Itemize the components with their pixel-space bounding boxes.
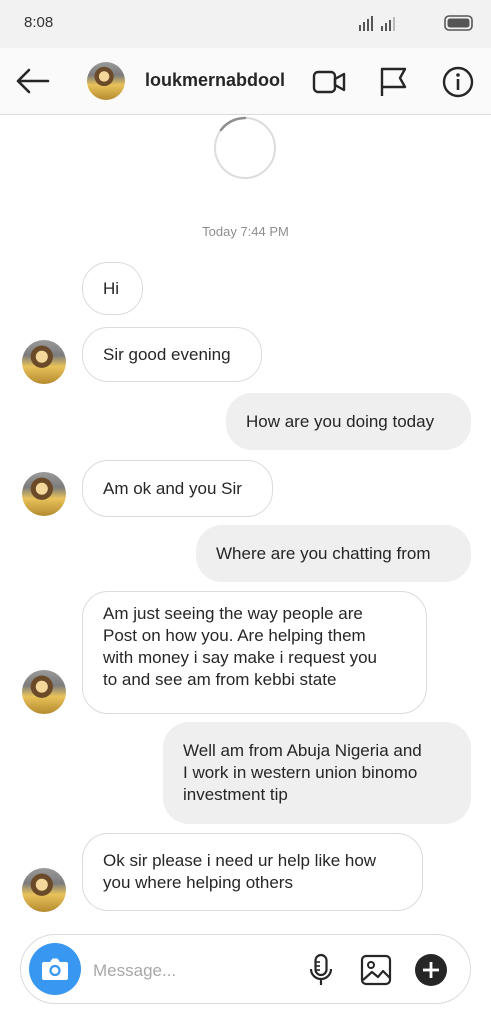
message-incoming[interactable]: Am just seeing the way people are Post o… — [82, 591, 427, 714]
flag-icon[interactable] — [378, 66, 412, 98]
arrow-left-icon[interactable] — [14, 66, 50, 96]
chat-timestamp: Today 7:44 PM — [202, 224, 289, 239]
camera-button[interactable] — [29, 943, 81, 995]
message-input[interactable] — [91, 954, 295, 988]
message-incoming[interactable]: Hi — [82, 262, 143, 315]
message-text: Am just seeing the way people are Post o… — [103, 604, 378, 689]
avatar[interactable] — [22, 868, 66, 912]
avatar[interactable] — [87, 62, 125, 100]
avatar[interactable] — [22, 472, 66, 516]
chat-username[interactable]: loukmernabdool — [145, 70, 285, 91]
message-outgoing[interactable]: Well am from Abuja Nigeria and I work in… — [163, 722, 471, 824]
message-composer — [20, 934, 471, 1004]
message-incoming[interactable]: Ok sir please i need ur help like how yo… — [82, 833, 423, 911]
message-text: Well am from Abuja Nigeria and I work in… — [183, 741, 422, 804]
battery-icon — [444, 15, 473, 31]
plus-icon[interactable] — [414, 953, 448, 987]
message-incoming[interactable]: Sir good evening — [82, 327, 262, 382]
message-incoming[interactable]: Am ok and you Sir — [82, 460, 273, 517]
message-text: How are you doing today — [246, 411, 435, 431]
camera-icon — [42, 958, 68, 980]
status-bar: 8:08 — [0, 0, 491, 48]
message-text: Where are you chatting from — [216, 543, 431, 563]
info-icon[interactable] — [441, 66, 475, 98]
message-text: Hi — [103, 278, 120, 298]
avatar[interactable] — [22, 670, 66, 714]
chat-header: loukmernabdool — [0, 48, 491, 115]
message-text: Sir good evening — [103, 344, 231, 364]
image-icon[interactable] — [359, 953, 393, 987]
message-text: Ok sir please i need ur help like how yo… — [103, 851, 377, 892]
video-call-icon[interactable] — [312, 66, 346, 98]
message-outgoing[interactable]: How are you doing today — [226, 393, 471, 450]
microphone-icon[interactable] — [304, 953, 338, 987]
message-text: Am ok and you Sir — [103, 478, 242, 498]
signal-icon — [359, 16, 395, 31]
message-outgoing[interactable]: Where are you chatting from — [196, 525, 471, 582]
avatar[interactable] — [22, 340, 66, 384]
status-time: 8:08 — [24, 14, 54, 31]
loading-spinner-icon — [214, 116, 276, 179]
